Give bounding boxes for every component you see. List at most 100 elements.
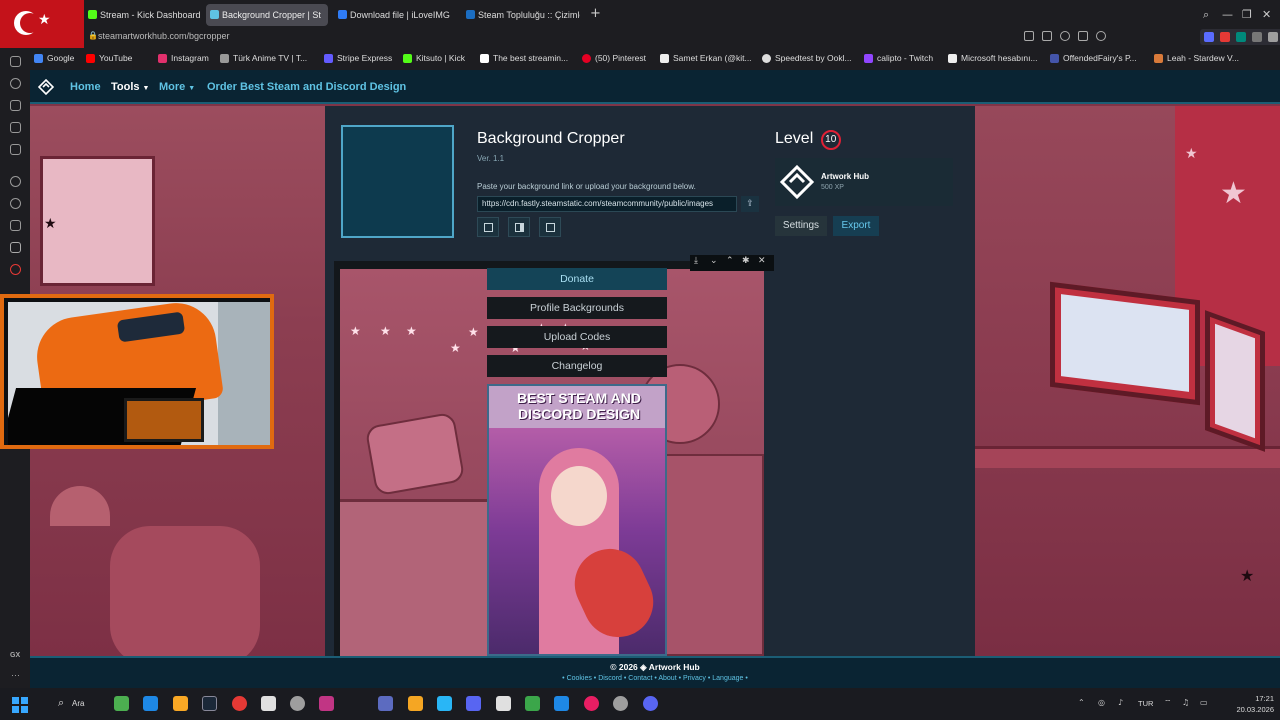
whatsapp-icon[interactable] <box>10 198 21 209</box>
nav-home[interactable]: Home <box>70 81 101 93</box>
extension-icon[interactable] <box>1268 32 1278 42</box>
taskbar-search[interactable]: ⌕ Ara <box>56 696 106 712</box>
steam-icon[interactable] <box>202 696 217 711</box>
wifi-icon[interactable]: ⌔ <box>1164 698 1172 708</box>
footer-links[interactable]: • Cookies • Discord • Contact • About • … <box>30 675 1280 682</box>
bookmark-pinterest[interactable]: (50) Pinterest <box>582 53 646 63</box>
bookmark-microsoft[interactable]: Microsoft hesabını... <box>948 53 1038 63</box>
bookmark-offendedfairy[interactable]: OffendedFairy's P... <box>1050 53 1137 63</box>
gx-label[interactable]: GX <box>10 652 20 659</box>
gear-icon[interactable]: ✱ <box>742 256 750 266</box>
obs-icon[interactable] <box>261 696 276 711</box>
url-field[interactable]: 🔒 steamartworkhub.com/bgcropper <box>88 31 230 41</box>
x-twitter-icon[interactable] <box>10 242 21 253</box>
search-tabs-icon[interactable]: ⌕ <box>1203 8 1209 22</box>
play-icon[interactable] <box>1078 31 1088 41</box>
upload-codes-button[interactable]: Upload Codes <box>487 326 667 348</box>
close-icon[interactable]: ✕ <box>758 256 766 266</box>
shield-icon[interactable] <box>1060 31 1070 41</box>
profile-backgrounds-button[interactable]: Profile Backgrounds <box>487 297 667 319</box>
bookmark-stripe[interactable]: Stripe Express <box>324 53 392 63</box>
bookmark-instagram[interactable]: Instagram <box>158 53 209 63</box>
sidebar-history-icon[interactable] <box>10 78 21 89</box>
battery-icon[interactable]: ▭ <box>1200 698 1208 707</box>
windows-start-icon[interactable] <box>12 697 28 713</box>
bookmark-streaming[interactable]: The best streamin... <box>480 53 568 63</box>
bookmark-samet-erkan[interactable]: Samet Erkan (@kit... <box>660 53 752 63</box>
new-tab-button[interactable]: + <box>590 6 601 21</box>
extension-icon[interactable] <box>1252 32 1262 42</box>
messenger-icon[interactable] <box>10 176 21 187</box>
upload-icon[interactable]: ⇪ <box>741 196 759 212</box>
chevron-up-icon[interactable]: ⌃ <box>726 256 734 266</box>
tab-background-cropper[interactable]: Background Cropper | St <box>206 4 328 26</box>
extension-icon[interactable] <box>1220 32 1230 42</box>
chevron-up-icon[interactable]: ⌃ <box>1078 698 1085 707</box>
layout-single-button[interactable] <box>477 217 499 237</box>
close-window-button[interactable]: ✕ <box>1262 8 1271 21</box>
microphone-icon[interactable]: ♪ <box>1118 698 1123 707</box>
app-icon[interactable] <box>378 696 393 711</box>
download-icon[interactable]: ⤓ <box>694 256 698 266</box>
donate-button[interactable]: Donate <box>487 268 667 290</box>
settings-button[interactable]: Settings <box>775 216 827 236</box>
app-icon[interactable] <box>437 696 452 711</box>
design-ad-banner[interactable]: BEST STEAM AND DISCORD DESIGN <box>487 384 667 656</box>
tab-iloveimg[interactable]: Download file | iLoveIMG <box>334 4 456 26</box>
bookmark-leah[interactable]: Leah - Stardew V... <box>1154 53 1239 63</box>
extension-icon[interactable] <box>1236 32 1246 42</box>
discord-icon[interactable] <box>643 696 658 711</box>
heart-icon[interactable] <box>1096 31 1106 41</box>
screenshot-icon[interactable] <box>1042 31 1052 41</box>
record-icon[interactable] <box>10 264 21 275</box>
chevron-down-icon[interactable]: ⌄ <box>710 256 718 266</box>
nav-more[interactable]: More ▼ <box>159 81 195 93</box>
nav-tools[interactable]: Tools ▼ <box>111 81 149 93</box>
bookmark-label: YouTube <box>99 53 133 63</box>
settings-icon[interactable] <box>613 696 628 711</box>
app-icon[interactable] <box>466 696 481 711</box>
layout-grid-button[interactable] <box>539 217 561 237</box>
bookmark-youtube[interactable]: YouTube <box>86 53 132 63</box>
nav-order-design[interactable]: Order Best Steam and Discord Design <box>207 81 406 93</box>
tab-steam-community[interactable]: Steam Topluluğu :: Çizimle <box>462 4 580 26</box>
changelog-button[interactable]: Changelog <box>487 355 667 377</box>
app-icon[interactable] <box>584 696 599 711</box>
artwork-hub-logo-icon[interactable] <box>38 79 54 95</box>
app-icon[interactable] <box>408 696 423 711</box>
bookmark-google[interactable]: Google <box>34 53 74 63</box>
more-icon[interactable]: ··· <box>11 670 20 680</box>
photos-icon[interactable] <box>554 696 569 711</box>
extension-icon[interactable] <box>1204 32 1214 42</box>
taskbar-clock[interactable]: 17:21 20.03.2026 <box>1224 693 1274 715</box>
app-icon[interactable] <box>496 696 511 711</box>
background-art-right: ★ ★ ★ <box>975 106 1280 656</box>
minimize-button[interactable]: — <box>1222 8 1233 21</box>
export-button[interactable]: Export <box>833 216 879 236</box>
sidebar-music-icon[interactable] <box>10 144 21 155</box>
bookmark-turk-anime[interactable]: Türk Anime TV | T... <box>220 53 307 63</box>
language-indicator[interactable]: TUR <box>1138 699 1153 708</box>
opera-gx-icon[interactable] <box>232 696 247 711</box>
tab-kick-dashboard[interactable]: Stream - Kick Dashboard <box>84 4 202 26</box>
pin-icon[interactable] <box>1024 31 1034 41</box>
sidebar-shop-icon[interactable] <box>10 100 21 111</box>
task-view-icon[interactable] <box>143 696 158 711</box>
background-url-input[interactable]: https://cdn.fastly.steamstatic.com/steam… <box>477 196 737 212</box>
sidebar-gaming-icon[interactable] <box>10 56 21 67</box>
file-explorer-icon[interactable] <box>173 696 188 711</box>
layout-split-button[interactable] <box>508 217 530 237</box>
app-icon[interactable] <box>290 696 305 711</box>
bookmark-kitsuto[interactable]: Kitsuto | Kick <box>403 53 465 63</box>
instagram-icon[interactable] <box>10 220 21 231</box>
xbox-icon[interactable] <box>114 696 129 711</box>
instagram-icon <box>158 54 167 63</box>
bookmark-speedtest[interactable]: Speedtest by Ookl... <box>762 53 852 63</box>
speaker-icon[interactable]: ♫ <box>1182 698 1189 707</box>
minecraft-icon[interactable] <box>525 696 540 711</box>
maximize-button[interactable]: ❐ <box>1242 8 1252 21</box>
network-icon[interactable]: ◎ <box>1098 698 1105 707</box>
sidebar-news-icon[interactable] <box>10 122 21 133</box>
bookmark-twitch[interactable]: calipto - Twitch <box>864 53 933 63</box>
instagram-icon[interactable] <box>319 696 334 711</box>
